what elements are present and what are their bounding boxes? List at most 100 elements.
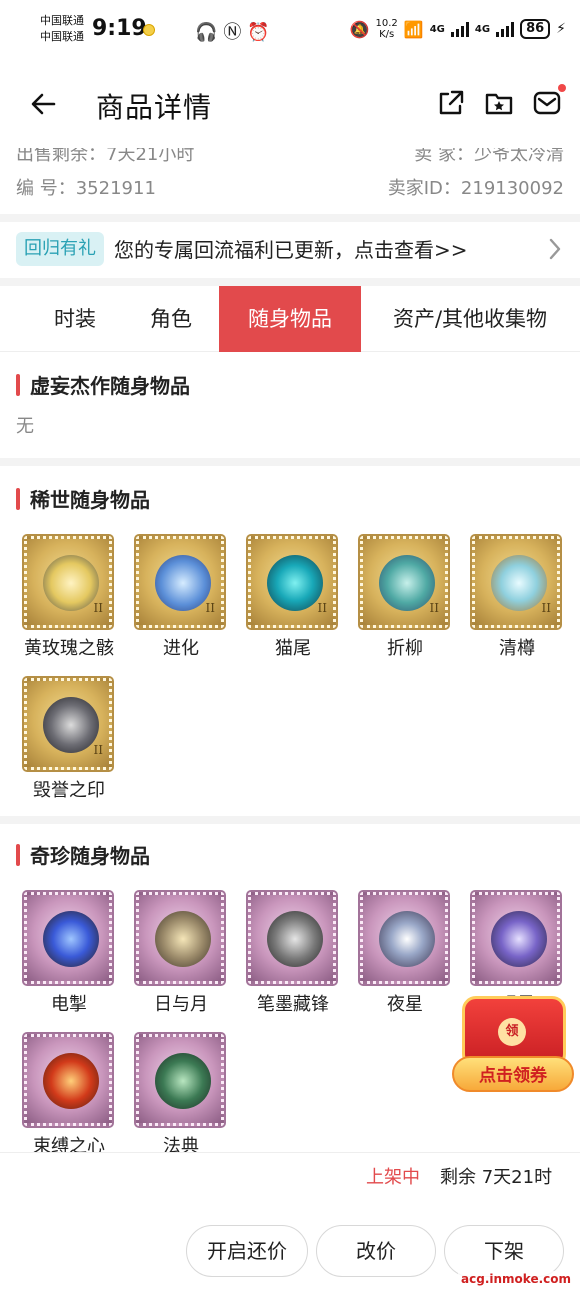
item-card[interactable]: 笔墨藏锋: [244, 892, 344, 1032]
item-stamp: [472, 892, 560, 984]
item-name: 折柳: [387, 638, 423, 659]
item-tier: II: [93, 743, 103, 757]
item-stamp: II: [248, 536, 336, 628]
watermark: acg.inmoke.com: [458, 1271, 574, 1287]
item-card[interactable]: II 折柳: [356, 536, 456, 676]
status-icons-right: 🔕 10.2 K/s 📶 4G 4G 86 ⚡: [350, 14, 566, 44]
night-star-icon: [379, 911, 435, 967]
item-stamp: II: [360, 536, 448, 628]
item-stamp: [136, 892, 224, 984]
seller-id: 卖家ID：219130092: [388, 174, 564, 200]
item-tier: II: [429, 601, 439, 615]
stargazing-icon: [491, 911, 547, 967]
net-speed-unit: K/s: [379, 29, 395, 40]
tab-assets-collectibles[interactable]: 资产/其他收集物: [372, 286, 568, 352]
tab-accessories[interactable]: 随身物品: [219, 286, 361, 352]
item-tier: II: [317, 601, 327, 615]
bound-heart-icon: [43, 1053, 99, 1109]
delist-button[interactable]: 下架: [444, 1225, 564, 1277]
divider: [0, 214, 580, 222]
item-stamp: [248, 892, 336, 984]
item-card[interactable]: II 毁誉之印: [20, 678, 120, 818]
coupon-float-button[interactable]: 领 点击领券: [452, 992, 574, 1096]
section-title: 稀世随身物品: [30, 488, 150, 512]
sale-remaining-cut: 出售剩余：7天21小时: [16, 148, 195, 165]
remaining-time: 剩余 7天21时: [440, 1167, 553, 1188]
return-gift-tag: 回归有礼: [16, 232, 104, 266]
change-price-button[interactable]: 改价: [316, 1225, 436, 1277]
divider: [0, 458, 580, 466]
section-masterpiece: 虚妄杰作随身物品 无: [0, 352, 580, 458]
network-speed: 10.2 K/s: [376, 18, 398, 40]
battery-icon: 86: [520, 19, 551, 39]
cat-tail-icon: [267, 555, 323, 611]
carrier-labels: 中国联通 中国联通: [40, 13, 84, 45]
alarm-icon: ⏰: [247, 22, 276, 43]
signal-1-icon: [450, 21, 469, 37]
item-card[interactable]: II 清樽: [468, 536, 568, 676]
back-arrow-icon[interactable]: [28, 88, 60, 120]
item-tier: II: [93, 601, 103, 615]
divider: [0, 816, 580, 824]
product-id-label: 编 号：: [16, 178, 76, 199]
sun-and-moon-icon: [155, 911, 211, 967]
coupon-seal: 领: [498, 1018, 526, 1046]
brush-ink-icon: [267, 911, 323, 967]
section-marker: [16, 844, 20, 866]
seller-name-cut: 卖 家：少爷太冷清: [414, 148, 564, 165]
signal-2-label: 4G: [474, 23, 491, 35]
product-id: 编 号：3521911: [16, 174, 156, 200]
item-name: 电掣: [51, 994, 87, 1015]
message-badge: [558, 84, 566, 92]
item-name: 清樽: [499, 638, 535, 659]
item-card[interactable]: II 进化: [132, 536, 232, 676]
charging-icon: ⚡: [556, 21, 566, 37]
item-card[interactable]: 夜星: [356, 892, 456, 1032]
return-gift-banner[interactable]: 回归有礼 您的专属回流福利已更新，点击查看>>: [0, 222, 580, 278]
item-stamp: [360, 892, 448, 984]
carrier-2: 中国联通: [40, 30, 84, 43]
tab-fashion[interactable]: 时装: [30, 286, 120, 352]
message-icon[interactable]: [532, 88, 562, 118]
item-stamp: II: [136, 536, 224, 628]
section-title: 虚妄杰作随身物品: [30, 374, 190, 398]
product-info: 出售剩余：7天21小时 卖 家：少爷太冷清 编 号：3521911 卖家ID：2…: [0, 148, 580, 214]
status-bar: 中国联通 中国联通 9:19 🎧Ⓝ⏰ 🔕 10.2 K/s 📶 4G 4G 86…: [0, 0, 580, 60]
seller-id-label: 卖家ID：: [387, 178, 461, 199]
item-card[interactable]: 日与月: [132, 892, 232, 1032]
wifi-icon: 📶: [403, 19, 424, 39]
item-stamp: II: [472, 536, 560, 628]
item-stamp: [24, 1034, 112, 1126]
item-name: 日与月: [154, 994, 208, 1015]
coupon-label: 点击领券: [452, 1056, 574, 1092]
bottom-bar: 上架中 剩余 7天21时 开启还价 改价 下架 acg.inmoke.com: [0, 1152, 580, 1291]
clock: 9:19: [92, 16, 147, 41]
seller-id-value: 219130092: [460, 178, 564, 199]
section-title: 奇珍随身物品: [30, 844, 150, 868]
lightning-icon: [43, 911, 99, 967]
item-name: 夜星: [387, 994, 423, 1015]
category-tabs: 时装 角色 随身物品 资产/其他收集物: [0, 286, 580, 352]
headphones-icon: 🎧: [195, 22, 224, 43]
enable-bargain-button[interactable]: 开启还价: [186, 1225, 308, 1277]
item-card[interactable]: II 猫尾: [244, 536, 344, 676]
section-marker: [16, 488, 20, 510]
codex-icon: [155, 1053, 211, 1109]
favorite-folder-icon[interactable]: [484, 88, 514, 118]
yellow-rose-icon: [43, 555, 99, 611]
section-empty-text: 无: [16, 416, 34, 437]
chevron-right-icon: [549, 238, 561, 260]
seal-of-reputation-icon: [43, 697, 99, 753]
item-card[interactable]: II 黄玫瑰之骸: [20, 536, 120, 676]
tab-characters[interactable]: 角色: [128, 286, 214, 352]
signal-2-icon: [496, 21, 515, 37]
item-card[interactable]: 电掣: [20, 892, 120, 1032]
product-id-value: 3521911: [75, 178, 156, 199]
signal-1-label: 4G: [429, 23, 445, 35]
item-name: 毁誉之印: [33, 780, 105, 801]
share-icon[interactable]: [436, 88, 466, 118]
title-bar: 商品详情: [0, 60, 580, 148]
coin-icon: [143, 24, 155, 36]
item-name: 笔墨藏锋: [257, 994, 329, 1015]
item-name: 进化: [163, 638, 199, 659]
